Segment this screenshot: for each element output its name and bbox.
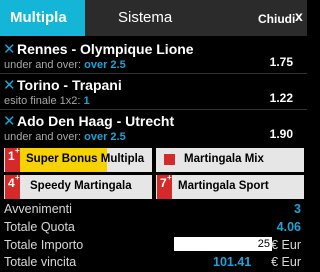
- close-button[interactable]: Chiudi: [258, 12, 295, 26]
- bet-odd: 1.90: [269, 127, 293, 141]
- betslip-tabs: Multipla Sistema Chiudi x: [0, 0, 307, 36]
- currency-label: € Eur: [271, 238, 301, 252]
- bet-odd: 1.75: [269, 55, 293, 69]
- square-icon: [164, 154, 175, 165]
- tab-multipla[interactable]: Multipla: [0, 0, 85, 36]
- summary-label: Totale vincita: [4, 255, 77, 269]
- remove-bet-icon[interactable]: ✕: [3, 76, 16, 94]
- button-label: Speedy Martingala: [30, 180, 132, 192]
- bet-odd: 1.22: [269, 91, 293, 105]
- button-label: Martingala Mix: [184, 153, 264, 165]
- tab-multipla-label: Multipla: [10, 9, 67, 26]
- bet-selection: over 2.5: [84, 131, 126, 143]
- summary-avvenimenti: Avvenimenti 3: [4, 201, 303, 219]
- badge-icon: 1 +: [5, 148, 20, 172]
- super-bonus-multipla-button[interactable]: 1 + Super Bonus Multipla: [4, 148, 152, 172]
- speedy-martingala-button[interactable]: 4 + Speedy Martingala: [4, 175, 152, 199]
- match-name: Ado Den Haag - Utrecht: [17, 113, 175, 129]
- close-icon[interactable]: x: [295, 8, 303, 24]
- summary-label: Totale Importo: [4, 238, 84, 252]
- bet-selection: over 2.5: [84, 59, 126, 71]
- summary-label: Avvenimenti: [4, 202, 72, 216]
- badge-icon: 7 +: [157, 175, 172, 199]
- bet-market: under and over: over 2.5: [4, 131, 126, 143]
- match-name: Rennes - Olympique Lione: [17, 41, 194, 57]
- currency-label: € Eur: [271, 255, 301, 269]
- summary-value: 4.06: [276, 220, 301, 234]
- bet-market: esito finale 1x2: 1: [4, 95, 90, 107]
- summary-quota: Totale Quota 4.06: [4, 219, 303, 237]
- summary-vincita: Totale vincita 101.41 € Eur: [4, 254, 303, 272]
- summary-importo: Totale Importo 25 € Eur: [4, 237, 303, 255]
- martingala-mix-button[interactable]: Martingala Mix: [156, 148, 304, 172]
- match-name: Torino - Trapani: [17, 77, 122, 93]
- tab-sistema[interactable]: Sistema: [118, 9, 172, 26]
- summary-label: Totale Quota: [4, 220, 75, 234]
- remove-bet-icon[interactable]: ✕: [3, 40, 16, 58]
- bet-row: ✕ Ado Den Haag - Utrecht under and over:…: [0, 110, 307, 148]
- bet-row: ✕ Rennes - Olympique Lione under and ove…: [0, 38, 307, 76]
- bet-market: under and over: over 2.5: [4, 59, 126, 71]
- summary-value: 101.41: [213, 255, 252, 269]
- bet-selection: 1: [83, 95, 90, 107]
- stake-input[interactable]: 25: [174, 237, 272, 251]
- bet-row: ✕ Torino - Trapani esito finale 1x2: 1 1…: [0, 74, 307, 112]
- summary-value: 3: [294, 202, 301, 216]
- martingala-sport-button[interactable]: 7 + Martingala Sport: [156, 175, 304, 199]
- remove-bet-icon[interactable]: ✕: [3, 112, 16, 130]
- button-label: Martingala Sport: [178, 180, 269, 192]
- button-label: Super Bonus Multipla: [26, 153, 145, 165]
- badge-icon: 4 +: [5, 175, 20, 199]
